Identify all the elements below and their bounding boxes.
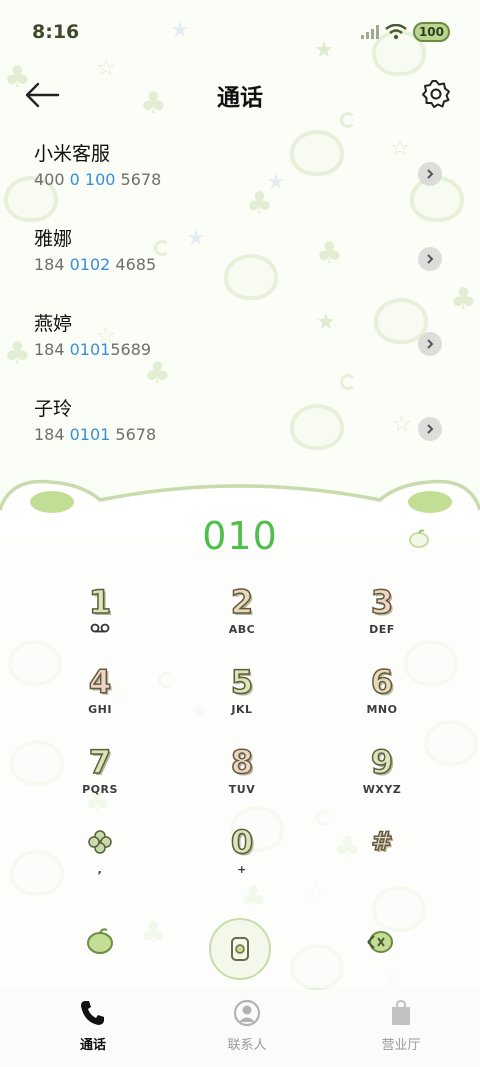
chevron-right-icon — [427, 169, 434, 179]
matched-digits: 0102 — [69, 255, 111, 274]
key-digit: 9 — [370, 742, 394, 782]
nav-tab-contacts[interactable]: 联系人 — [212, 998, 282, 1067]
key-hash[interactable]: # — [284, 822, 480, 902]
nav-label: 营业厅 — [381, 1038, 421, 1053]
key-6[interactable]: 6 MNO — [284, 662, 480, 742]
phone-number: 184 0102 4685 — [34, 255, 157, 274]
key-letters: , — [97, 863, 103, 876]
call-button[interactable] — [209, 918, 271, 980]
backspace-icon[interactable] — [365, 926, 395, 956]
matched-digits: 0101 — [69, 425, 111, 444]
key-7[interactable]: 7 PQRS — [0, 742, 200, 822]
key-digit: 6 — [370, 662, 394, 702]
key-letters: ABC — [228, 623, 256, 636]
chevron-right-icon — [427, 339, 434, 349]
call-log-item[interactable]: 雅娜 184 0102 4685 — [0, 225, 480, 310]
call-log-item[interactable]: 小米客服 400 0 100 5678 — [0, 140, 480, 225]
phone-sticker-icon — [231, 937, 249, 961]
status-icons: 100 — [360, 22, 450, 42]
apple-menu-icon[interactable] — [85, 926, 115, 956]
key-digit: 4 — [88, 662, 112, 702]
wifi-icon — [385, 24, 407, 40]
nav-label: 联系人 — [227, 1038, 267, 1053]
key-digit: 7 — [88, 742, 112, 782]
contact-name: 小米客服 — [34, 143, 111, 165]
details-chevron-button[interactable] — [418, 162, 442, 186]
dial-actions — [0, 918, 480, 982]
contact-name: 燕婷 — [34, 313, 73, 335]
back-arrow-icon[interactable] — [22, 80, 62, 110]
key-9[interactable]: 9 WXYZ — [284, 742, 480, 822]
nav-tab-service-hall[interactable]: 营业厅 — [366, 998, 436, 1067]
key-1[interactable]: 1 — [0, 582, 200, 662]
key-star[interactable]: , — [0, 822, 200, 902]
key-digit: 5 — [230, 662, 254, 702]
nav-tab-calls[interactable]: 通话 — [58, 998, 128, 1067]
bottom-navigation: 通话 联系人 营业厅 — [0, 990, 480, 1067]
details-chevron-button[interactable] — [418, 247, 442, 271]
header: 通话 — [0, 70, 480, 120]
key-digit: # — [370, 826, 393, 858]
status-time: 8:16 — [32, 21, 80, 43]
key-digit: 3 — [370, 582, 394, 622]
key-letters: TUV — [228, 783, 256, 796]
apple-sticker-icon — [409, 529, 429, 548]
key-2[interactable]: 2 ABC — [200, 582, 284, 662]
key-3[interactable]: 3 DEF — [284, 582, 480, 662]
status-bar: 8:16 100 — [0, 0, 480, 64]
keypad: 1 2 ABC 3 DEF 4 GHI 5 JKL 6 MNO 7 PQRS 8… — [0, 582, 480, 902]
key-letters: GHI — [88, 703, 112, 716]
voicemail-icon — [90, 623, 110, 633]
key-digit: 0 — [230, 822, 254, 862]
page-title: 通话 — [217, 85, 263, 111]
call-log-item[interactable]: 子玲 184 0101 5678 — [0, 395, 480, 480]
clover-star-icon — [88, 830, 112, 854]
battery-indicator: 100 — [412, 22, 450, 42]
shopping-bag-icon — [392, 999, 410, 1025]
details-chevron-button[interactable] — [418, 417, 442, 441]
phone-number: 184 01015689 — [34, 340, 152, 359]
key-letters: DEF — [369, 623, 395, 636]
key-letters: JKL — [231, 703, 253, 716]
key-5[interactable]: 5 JKL — [200, 662, 284, 742]
key-letters: PQRS — [82, 783, 118, 796]
key-letters: WXYZ — [362, 783, 402, 796]
key-0[interactable]: 0 + — [200, 822, 284, 902]
key-digit: 1 — [88, 582, 112, 622]
gear-icon[interactable] — [420, 78, 452, 110]
key-digit: 8 — [230, 742, 254, 782]
phone-icon — [81, 1001, 104, 1025]
signal-icon — [360, 25, 379, 39]
contact-name: 子玲 — [34, 398, 73, 420]
matched-digits: 0101 — [69, 340, 111, 359]
contact-name: 雅娜 — [34, 228, 73, 250]
key-letters: + — [237, 863, 247, 876]
details-chevron-button[interactable] — [418, 332, 442, 356]
call-log-list: 小米客服 400 0 100 5678 雅娜 184 0102 4685 燕婷 … — [0, 140, 480, 480]
dialpad-panel: 010 1 2 ABC 3 DEF 4 GHI 5 JKL 6 MNO 7 PQ… — [0, 478, 480, 988]
nav-label: 通话 — [79, 1038, 106, 1053]
call-log-item[interactable]: 燕婷 184 01015689 — [0, 310, 480, 395]
chevron-right-icon — [427, 254, 434, 264]
phone-number: 184 0101 5678 — [34, 425, 157, 444]
matched-digits: 0 100 — [69, 170, 116, 189]
key-4[interactable]: 4 GHI — [0, 662, 200, 742]
key-digit: 2 — [230, 582, 254, 622]
person-icon — [233, 999, 261, 1027]
phone-number: 400 0 100 5678 — [34, 170, 162, 189]
key-letters: MNO — [366, 703, 398, 716]
key-8[interactable]: 8 TUV — [200, 742, 284, 822]
chevron-right-icon — [427, 424, 434, 434]
